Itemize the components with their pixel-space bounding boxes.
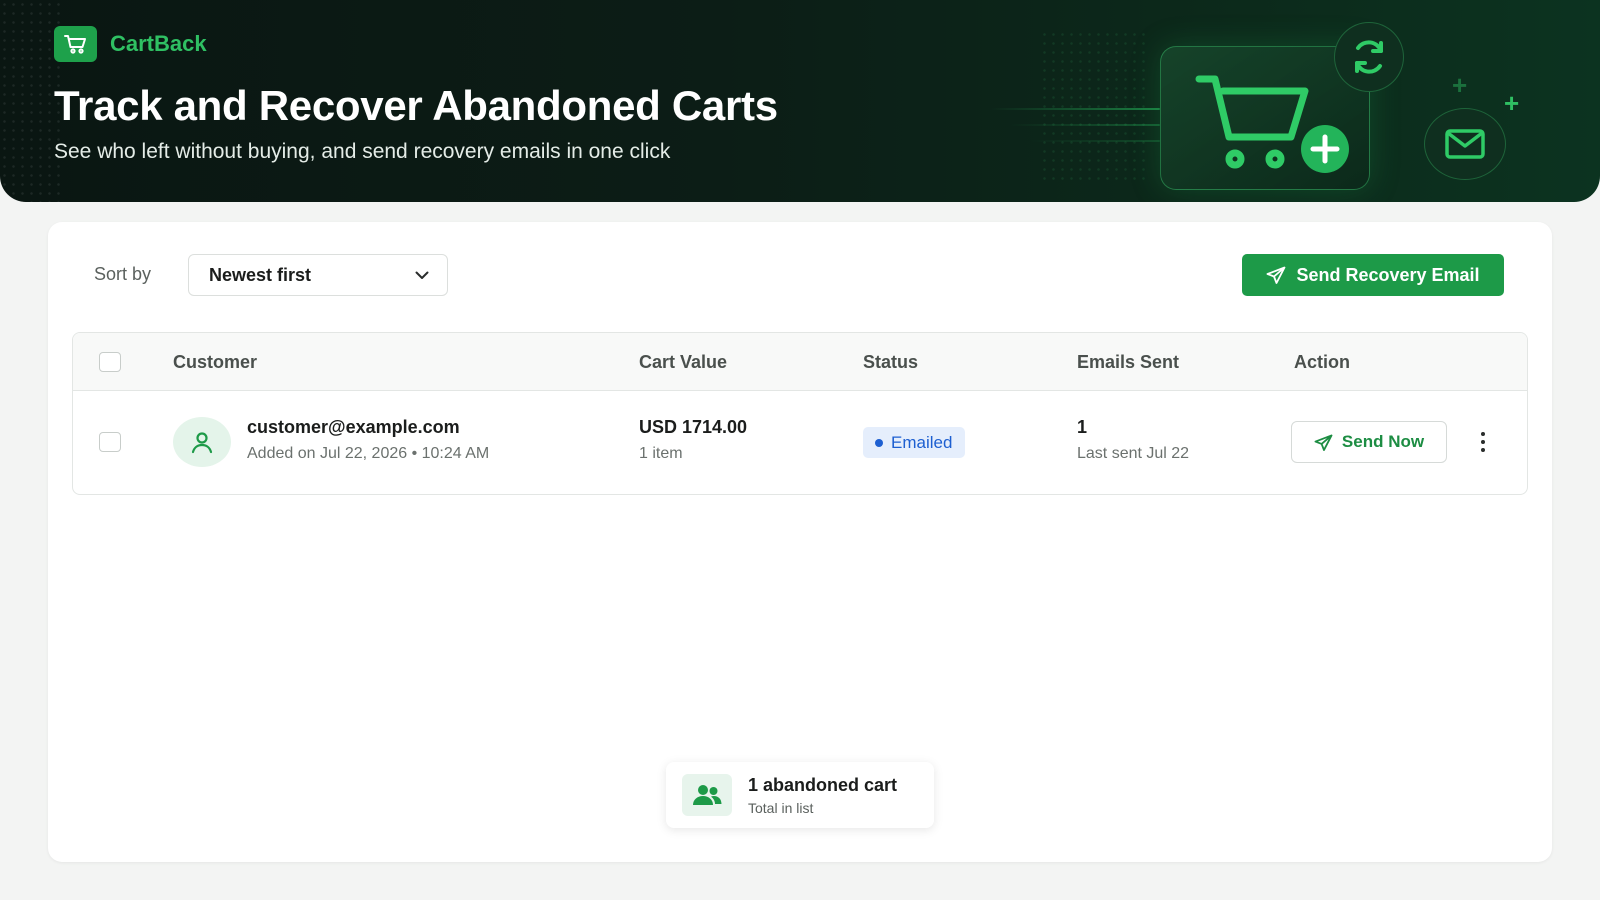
- sort-select-value: Newest first: [209, 264, 312, 285]
- brand-name: CartBack: [110, 31, 207, 56]
- send-recovery-email-label: Send Recovery Email: [1296, 264, 1480, 285]
- status-badge: Emailed: [863, 427, 966, 458]
- decorative-dots: [1040, 30, 1150, 180]
- page-title: Track and Recover Abandoned Carts: [54, 82, 778, 129]
- mail-icon: [1424, 108, 1506, 180]
- send-recovery-email-button[interactable]: Send Recovery Email: [1242, 254, 1504, 296]
- table-row: customer@example.com Added on Jul 22, 20…: [73, 391, 1527, 494]
- send-icon: [1314, 434, 1333, 451]
- cart-item-count: 1 item: [639, 445, 683, 462]
- abandoned-carts-panel: Sort by Newest first Send Recovery Email…: [48, 222, 1552, 862]
- column-header-customer: Customer: [173, 352, 258, 372]
- carts-table: Customer Cart Value Status Emails Sent A…: [72, 332, 1528, 495]
- select-all-checkbox[interactable]: [99, 352, 121, 372]
- emails-sent-count: 1: [1077, 417, 1088, 437]
- cart-icon: [54, 26, 97, 62]
- sort-select[interactable]: Newest first: [188, 254, 448, 296]
- user-icon: [191, 432, 213, 454]
- column-header-cart-value: Cart Value: [639, 352, 728, 372]
- cart-value: USD 1714.00: [639, 417, 748, 437]
- send-icon: [1267, 266, 1286, 284]
- column-header-status: Status: [863, 352, 919, 372]
- column-header-emails-sent: Emails Sent: [1077, 352, 1180, 372]
- page-subtitle: See who left without buying, and send re…: [54, 140, 671, 163]
- avatar: [173, 417, 231, 467]
- decorative-dots: [0, 0, 60, 202]
- column-header-action: Action: [1294, 352, 1350, 372]
- status-dot-icon: [875, 438, 883, 447]
- table-header: Customer Cart Value Status Emails Sent A…: [73, 333, 1527, 391]
- sparkle-icon: +: [1504, 88, 1520, 118]
- summary-sub-label: Total in list: [748, 799, 814, 816]
- chevron-down-icon: [415, 271, 429, 279]
- customer-email: customer@example.com: [247, 417, 460, 437]
- summary-card: 1 abandoned cart Total in list: [666, 762, 934, 828]
- users-icon: [682, 774, 732, 816]
- send-now-label: Send Now: [1341, 432, 1425, 451]
- status-badge-label: Emailed: [891, 432, 953, 452]
- hero-banner: CartBack Track and Recover Abandoned Car…: [0, 0, 1600, 202]
- customer-added-date: Added on Jul 22, 2026 • 10:24 AM: [247, 445, 490, 462]
- sync-icon: [1334, 22, 1404, 92]
- decorative-streak: [1010, 124, 1160, 126]
- abandoned-cart-count: 1 abandoned cart: [748, 774, 898, 795]
- sparkle-icon: +: [1452, 70, 1468, 100]
- last-sent-date: Last sent Jul 22: [1077, 445, 1190, 462]
- sort-label: Sort by: [94, 264, 152, 284]
- decorative-streak: [1030, 140, 1160, 142]
- decorative-streak: [990, 108, 1160, 110]
- summary-text: 1 abandoned cart Total in list: [748, 775, 897, 816]
- brand: CartBack: [54, 26, 207, 62]
- more-vertical-icon[interactable]: [1473, 429, 1493, 455]
- send-now-button[interactable]: Send Now: [1291, 421, 1447, 463]
- row-checkbox[interactable]: [99, 432, 121, 452]
